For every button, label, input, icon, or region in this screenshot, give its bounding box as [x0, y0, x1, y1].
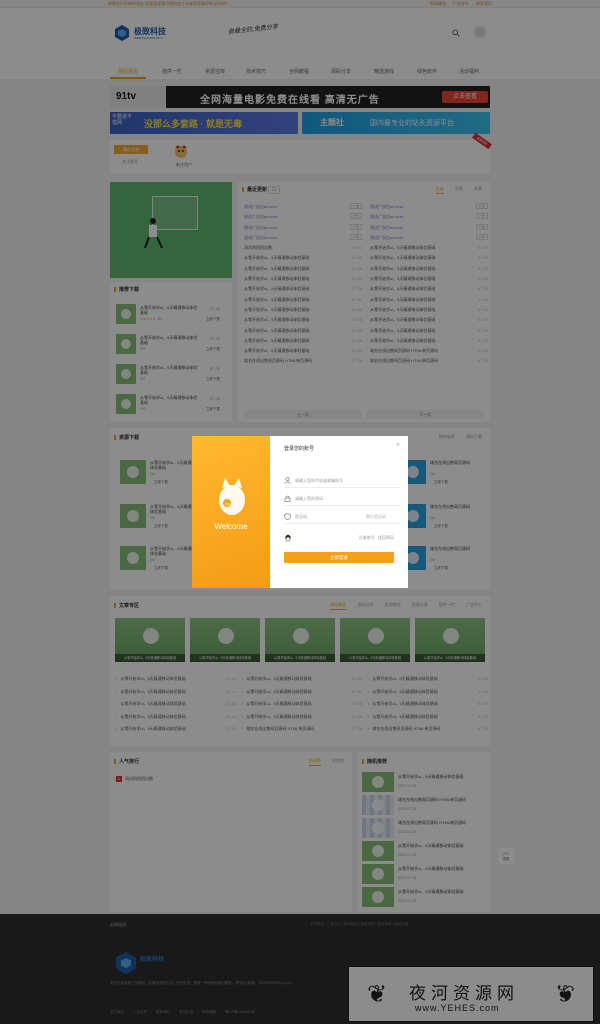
register-link[interactable]: 注册账号 — [359, 535, 375, 540]
modal-welcome-panel: vip Welcome — [192, 436, 270, 588]
account-field[interactable]: 请输入您的手机或邮箱账号 — [284, 474, 400, 488]
forgot-password-link[interactable]: 找回密码 — [378, 535, 394, 540]
modal-welcome-text: Welcome — [214, 522, 248, 531]
lock-icon — [284, 495, 291, 502]
modal-links: 注册账号 找回密码 — [359, 535, 394, 541]
mascot-icon: vip — [219, 478, 245, 515]
captcha-image[interactable]: 图片验证码 — [366, 514, 386, 520]
login-button[interactable]: 立即登录 — [284, 552, 394, 563]
captcha-field[interactable]: 验证码 图片验证码 — [284, 510, 400, 524]
qq-login-icon[interactable] — [284, 534, 292, 542]
password-field[interactable]: 请输入您的密码 — [284, 492, 400, 506]
svg-text:vip: vip — [225, 501, 231, 506]
account-input[interactable]: 请输入您的手机或邮箱账号 — [295, 478, 343, 484]
login-modal: vip Welcome 登录您的账号 × 请输入您的手机或邮箱账号 请输入您的密… — [192, 436, 408, 588]
password-input[interactable]: 请输入您的密码 — [295, 496, 323, 502]
captcha-input[interactable]: 验证码 — [295, 514, 307, 520]
modal-title: 登录您的账号 — [284, 446, 315, 452]
shield-icon — [284, 513, 291, 520]
user-icon — [284, 477, 291, 484]
close-icon[interactable]: × — [396, 442, 400, 449]
